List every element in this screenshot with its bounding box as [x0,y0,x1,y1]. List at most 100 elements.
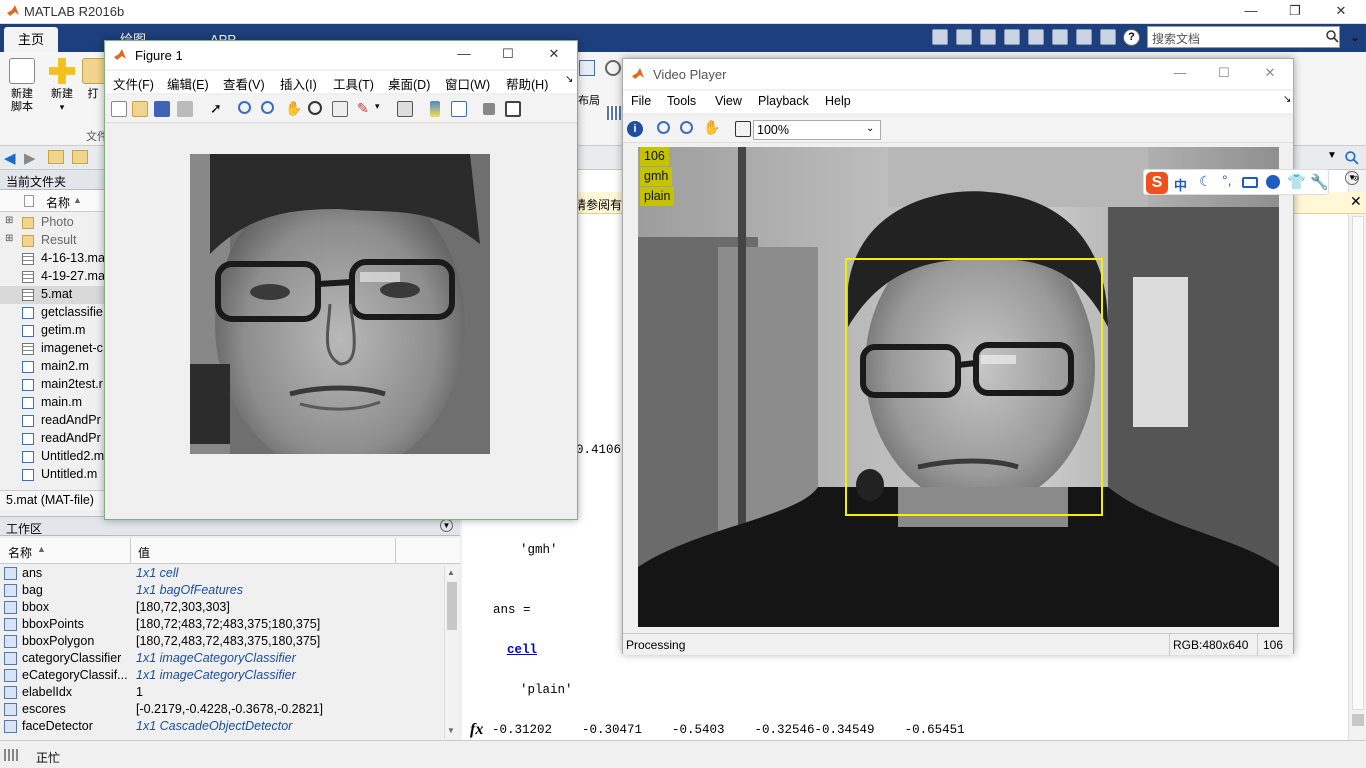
file-list-item[interactable]: ⊞ Photo [0,214,104,232]
workspace-name-column[interactable]: 名称 [8,544,32,561]
figure-minimize-button[interactable]: — [441,43,487,67]
skin-shirt-icon[interactable]: 👕 [1287,173,1306,191]
restore-button[interactable]: ❐ [1272,0,1318,24]
workspace-variable-row[interactable]: bag 1x1 bagOfFeatures [0,582,444,599]
vp-menu-file[interactable]: File [631,94,651,108]
up-folder-icon[interactable] [48,150,64,164]
menu-desktop[interactable]: 桌面(D) [388,74,430,93]
command-input-line[interactable]: -0.31202 -0.30471 -0.5403 -0.32546-0.345… [492,723,965,737]
browse-folder-icon[interactable] [72,150,88,164]
menu-overflow-icon[interactable]: ↘ [1283,94,1291,105]
scrollbar-track[interactable] [1352,216,1364,710]
file-list-item[interactable]: Untitled2.m [0,448,104,466]
cut-icon[interactable] [980,29,996,45]
file-list-item[interactable]: readAndPr [0,412,104,430]
menu-help[interactable]: 帮助(H) [506,74,548,93]
keyboard-icon[interactable] [1242,177,1258,188]
help-icon[interactable]: ? [1123,29,1140,46]
workspace-variable-row[interactable]: bboxPolygon [180,72,483,72,483,375,180,37… [0,633,444,650]
workspace-variable-row[interactable]: faceDetector 1x1 CascadeObjectDetector [0,718,444,735]
new-script-button[interactable]: 新建 脚本 [2,58,42,114]
vp-menu-view[interactable]: View [715,94,742,108]
file-list-item[interactable]: 4-19-27.ma [0,268,104,286]
address-search-icon[interactable] [1345,151,1359,165]
command-window-scrollbar[interactable]: ⊙ [1348,170,1366,740]
half-width-moon-icon[interactable]: ☾ [1199,173,1212,190]
layout-icon[interactable] [579,60,595,76]
scrollbar-thumb[interactable] [1352,714,1364,726]
switch-windows-icon[interactable] [1100,29,1116,45]
data-cursor-icon[interactable] [332,101,348,117]
ribbon-collapse-icon[interactable]: ⌄ [1350,30,1360,44]
sogou-logo-icon[interactable]: S [1146,172,1168,194]
redo-icon[interactable] [1076,29,1092,45]
file-list-item[interactable]: main2test.r [0,376,104,394]
workspace-variable-row[interactable]: ans 1x1 cell [0,565,444,582]
file-list-item[interactable]: ⊞ Result [0,232,104,250]
file-list-item[interactable]: Untitled.m [0,466,104,484]
file-list-item[interactable]: 4-16-13.ma [0,250,104,268]
close-button[interactable]: ✕ [1318,0,1364,24]
minimize-button[interactable]: — [1228,0,1274,24]
file-list-item[interactable]: imagenet-c [0,340,104,358]
workspace-variable-row[interactable]: bbox [180,72,303,303] [0,599,444,616]
save-icon[interactable] [956,29,972,45]
file-list-item[interactable]: getclassifie [0,304,104,322]
info-icon[interactable]: i [627,121,643,137]
workspace-variable-row[interactable]: escores [-0.2179,-0.4228,-0.3678,-0.2821] [0,701,444,718]
menu-window[interactable]: 窗口(W) [445,74,490,93]
vp-menu-playback[interactable]: Playback [758,94,809,108]
address-dropdown-chevron-icon[interactable]: ▼ [1327,150,1337,161]
vp-maximize-button[interactable]: ☐ [1201,62,1247,86]
vp-minimize-button[interactable]: — [1157,62,1203,86]
expand-icon[interactable]: ⊞ [5,233,13,244]
search-icon[interactable] [1326,30,1339,43]
scroll-down-icon[interactable]: ▼ [447,726,455,735]
expand-icon[interactable]: ⊞ [5,215,13,226]
forward-arrow-icon[interactable]: ▶ [24,149,36,167]
brush-icon[interactable]: ✎ [357,101,373,117]
banner-close-icon[interactable]: ✕ [1350,193,1362,210]
legend-icon[interactable] [451,101,467,117]
rotate-3d-icon[interactable] [308,101,322,115]
vp-close-button[interactable]: ✕ [1247,62,1293,86]
workspace-variable-row[interactable]: categoryClassifier 1x1 imageCategoryClass… [0,650,444,667]
link-plot-icon[interactable] [397,101,413,117]
scroll-up-icon[interactable]: ▲ [447,568,455,577]
paste-icon[interactable] [1028,29,1044,45]
workspace-variable-row[interactable]: bboxPoints [180,72;483,72;483,375;180,375… [0,616,444,633]
hide-plot-tools-icon[interactable] [483,103,495,115]
zoom-out-icon[interactable] [261,101,274,114]
pointer-icon[interactable]: ➚ [210,101,226,117]
user-icon[interactable] [1266,175,1280,189]
undo-icon[interactable] [1052,29,1068,45]
menu-view[interactable]: 查看(V) [223,74,265,93]
command-window-actions-icon[interactable]: ▼ [1345,171,1359,185]
parallel-icon[interactable] [607,106,621,120]
file-list-item[interactable]: main.m [0,394,104,412]
zoom-in-icon[interactable] [657,121,670,134]
colorbar-icon[interactable] [430,101,440,117]
figure-close-button[interactable]: ✕ [531,43,577,67]
menu-tools[interactable]: 工具(T) [333,74,374,93]
video-frame[interactable]: 106 gmh plain [638,147,1279,627]
ime-mode-toggle[interactable]: 中 [1174,175,1187,194]
punctuation-icon[interactable]: °, [1222,172,1232,188]
workspace-variable-row[interactable]: eCategoryClassif... 1x1 imageCategoryClas… [0,667,444,684]
open-button[interactable]: 打 [82,58,104,101]
file-list-item[interactable]: 5.mat [0,286,104,304]
vp-menu-tools[interactable]: Tools [667,94,696,108]
file-list-item[interactable]: readAndPr [0,430,104,448]
name-column[interactable]: 名称 [46,194,70,211]
scrollbar-thumb[interactable] [447,582,457,630]
open-file-icon[interactable] [132,101,148,117]
back-arrow-icon[interactable]: ◀ [4,149,16,167]
workspace-variable-row[interactable]: elabelIdx 1 [0,684,444,701]
zoom-select[interactable]: 100% ⌄ [753,120,881,140]
pan-hand-icon[interactable]: ✋ [703,120,720,136]
cell-link[interactable]: cell [507,643,537,657]
vp-menu-help[interactable]: Help [825,94,851,108]
menu-edit[interactable]: 编辑(E) [167,74,209,93]
workspace-actions-icon[interactable]: ▼ [440,519,453,532]
function-browser-icon[interactable]: fx [470,721,483,739]
